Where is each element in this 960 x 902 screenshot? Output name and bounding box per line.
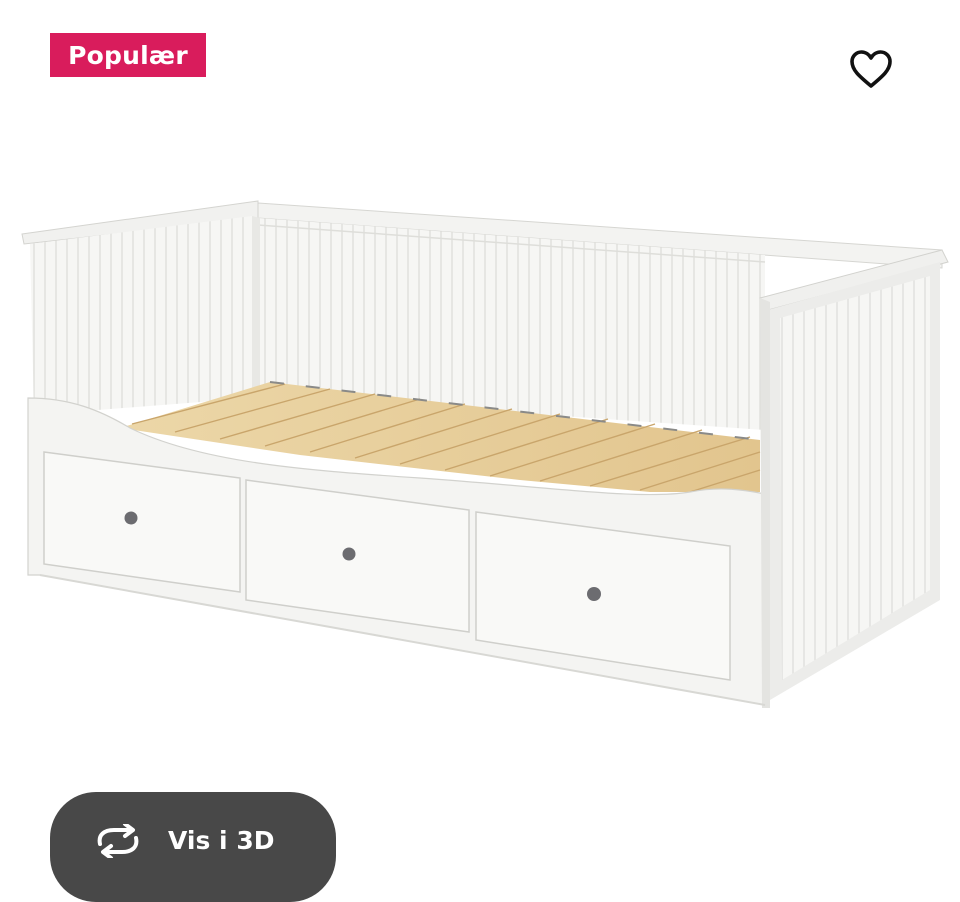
view-3d-label: Vis i 3D [168,826,275,855]
favorite-button[interactable] [840,40,902,98]
view-3d-button[interactable]: Vis i 3D [50,792,336,902]
rotate-3d-icon [97,824,139,858]
heart-icon [850,50,892,88]
popular-badge: Populær [50,33,206,77]
product-image [21,200,949,708]
